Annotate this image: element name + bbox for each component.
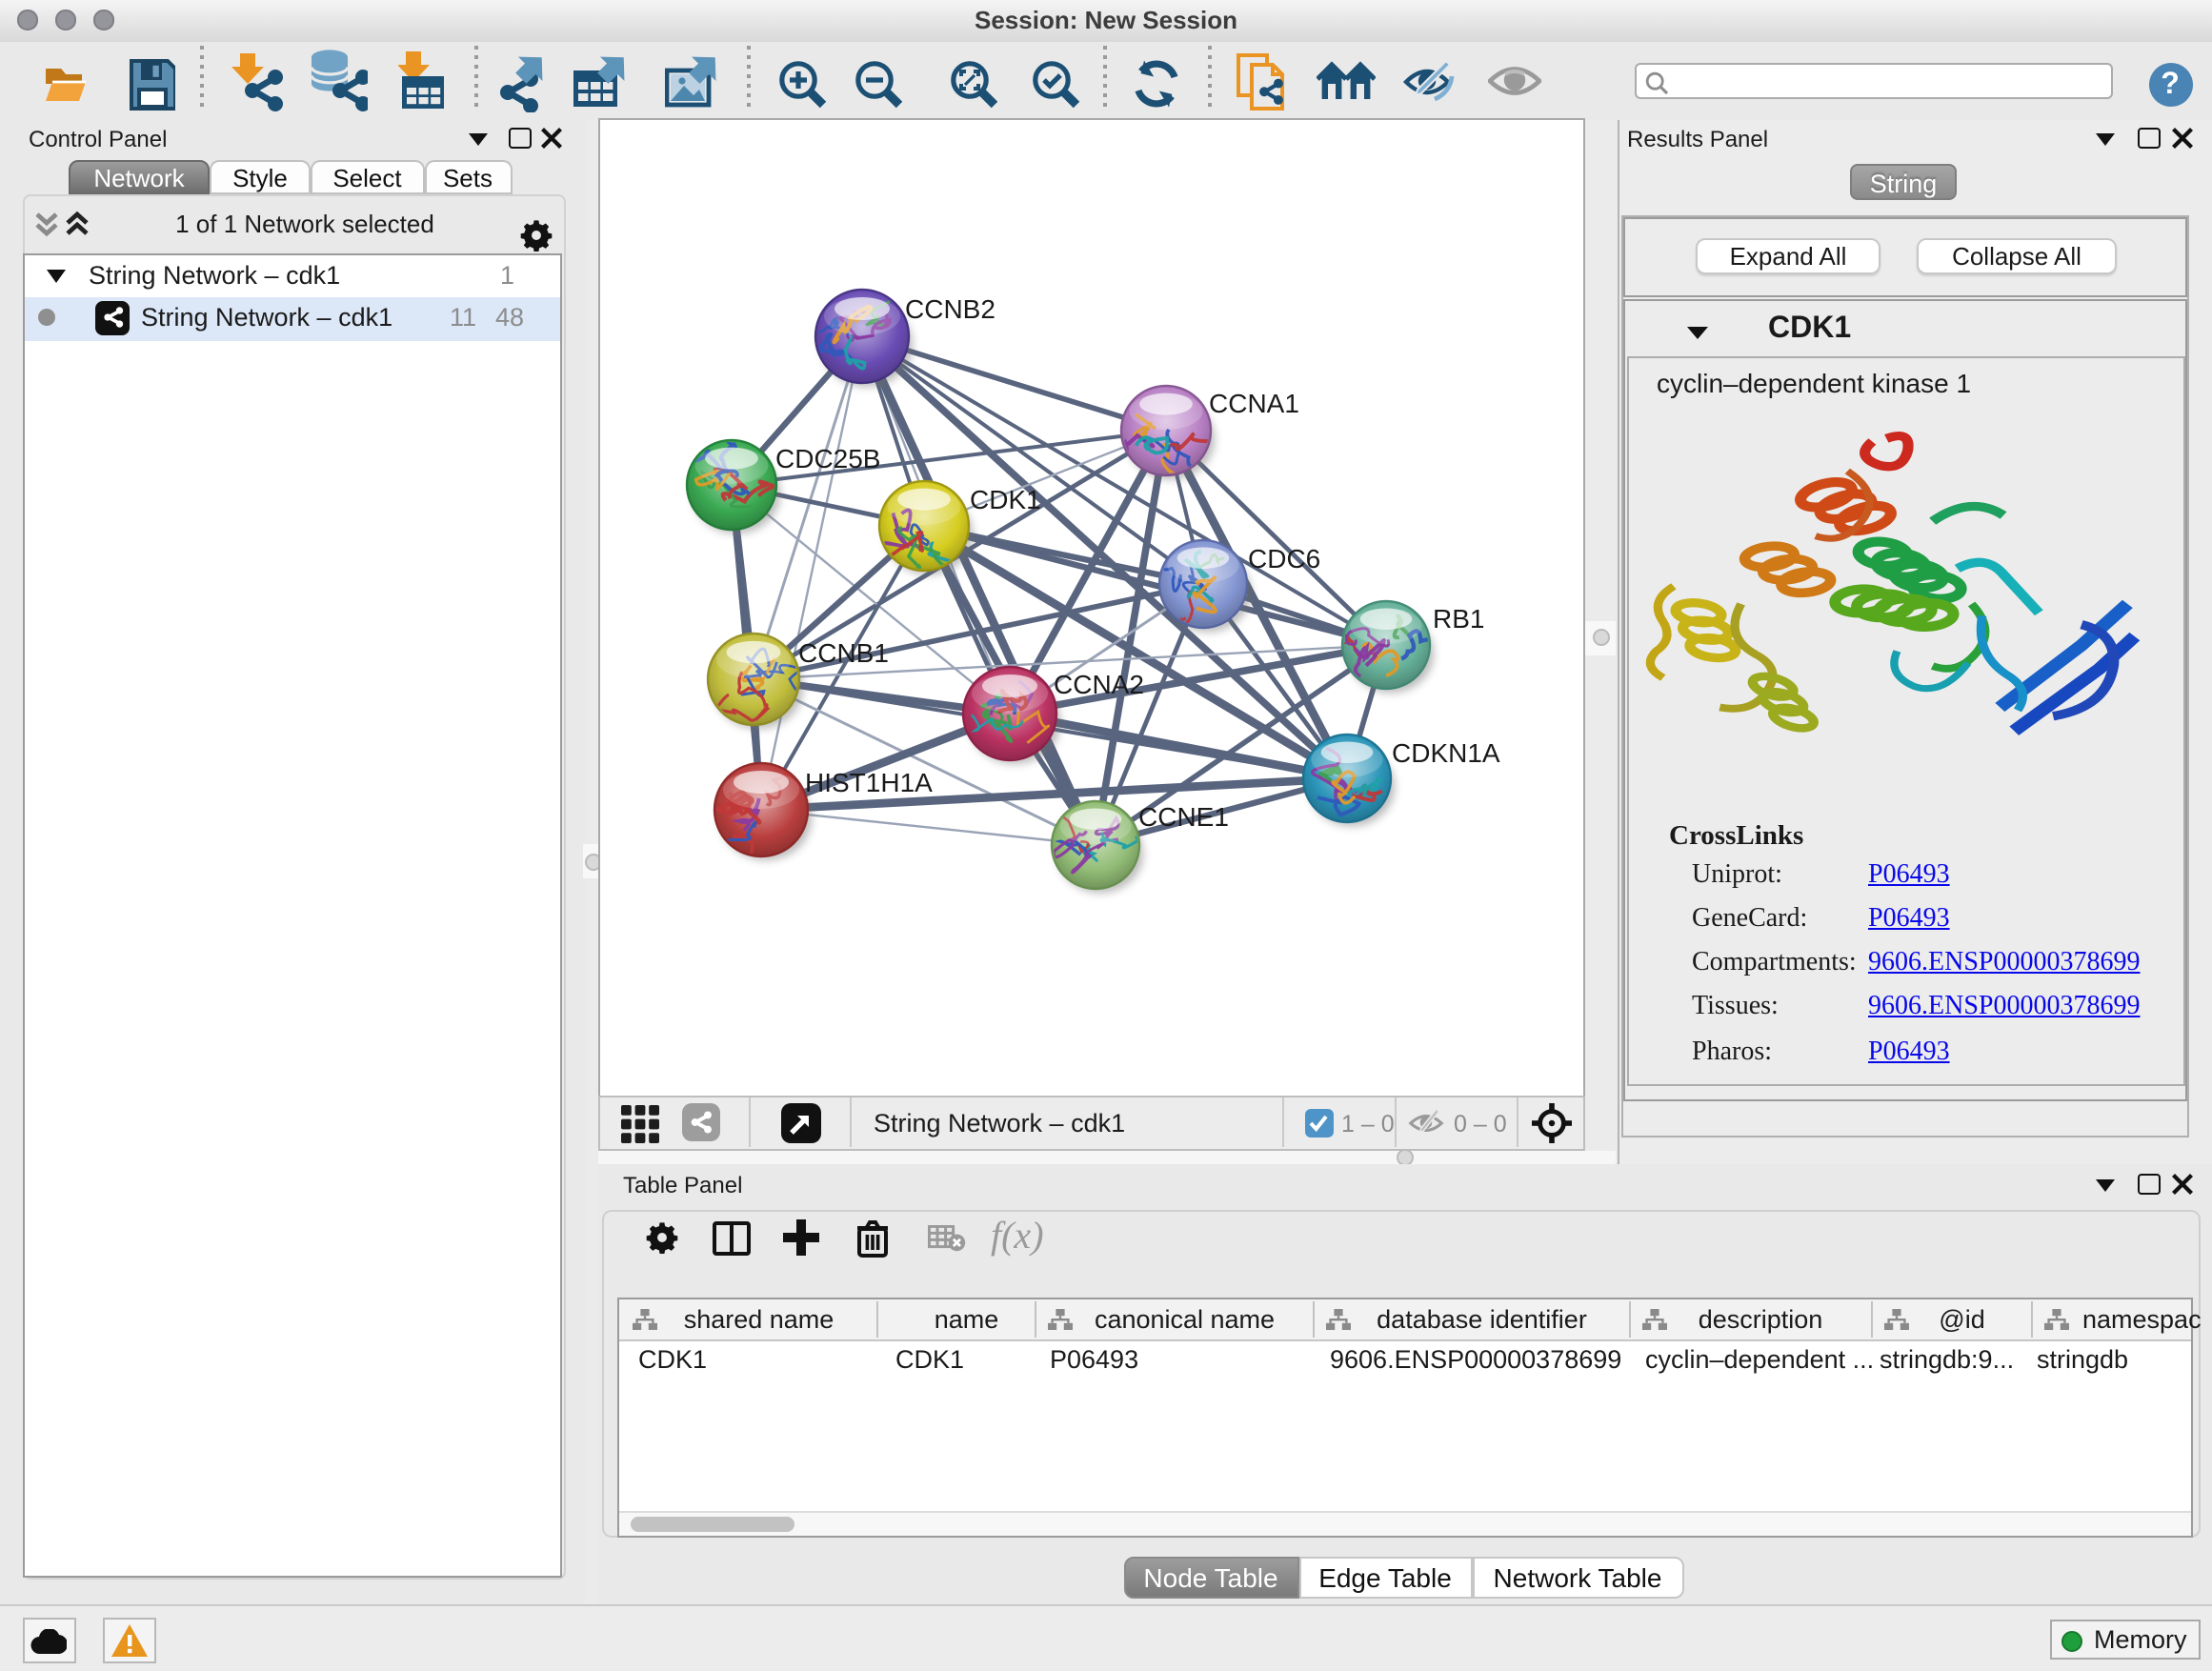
svg-text:RB1: RB1	[1433, 604, 1484, 634]
svg-text:CDC25B: CDC25B	[775, 444, 880, 473]
svg-text:CCNB1: CCNB1	[798, 638, 889, 668]
svg-text:CDC6: CDC6	[1248, 544, 1320, 574]
svg-text:CDK1: CDK1	[970, 485, 1041, 514]
svg-text:CCNA2: CCNA2	[1054, 670, 1144, 699]
svg-text:CCNE1: CCNE1	[1138, 802, 1229, 832]
svg-text:CDKN1A: CDKN1A	[1392, 738, 1500, 768]
svg-text:CCNB2: CCNB2	[905, 294, 995, 324]
svg-text:CCNA1: CCNA1	[1209, 389, 1299, 418]
svg-text:HIST1H1A: HIST1H1A	[805, 768, 933, 797]
